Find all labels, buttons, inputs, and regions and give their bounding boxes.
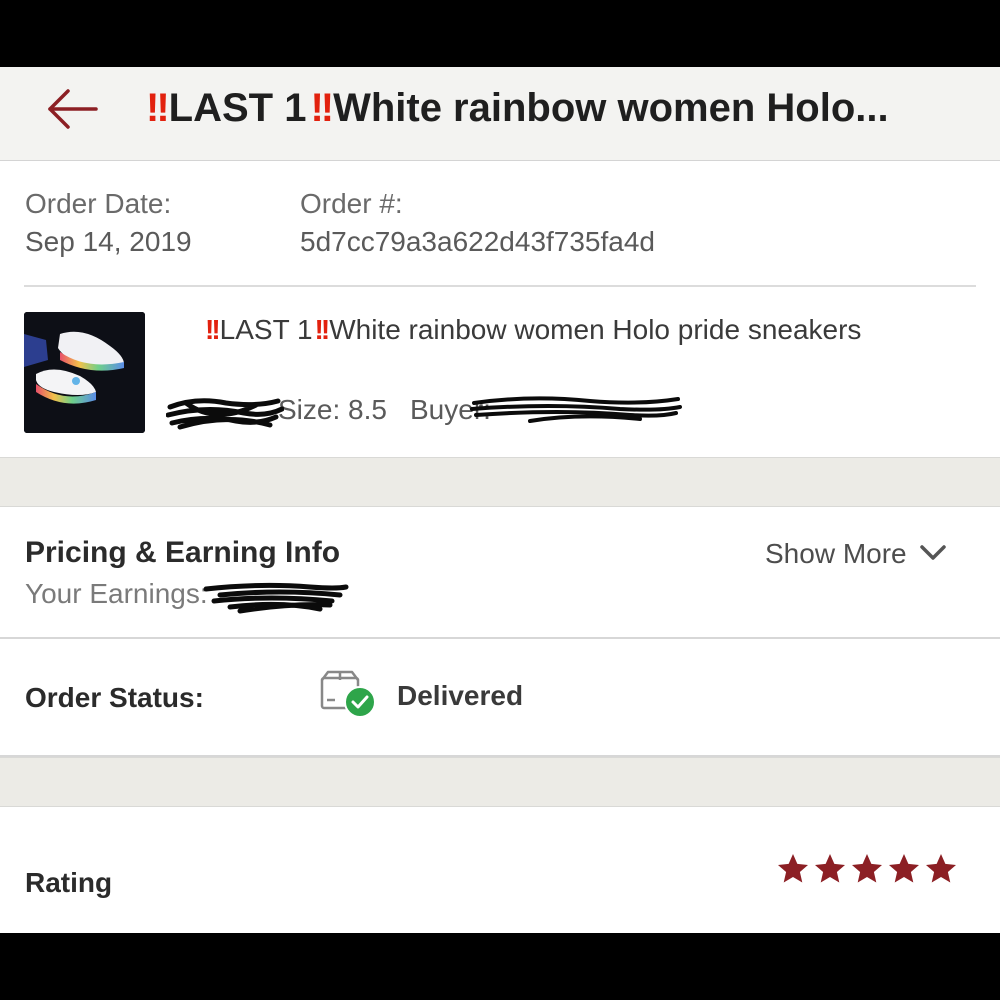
page-title-rest: White rainbow women Holo...: [333, 86, 889, 130]
pricing-title: Pricing & Earning Info: [25, 536, 341, 569]
redaction-scribble: [203, 582, 349, 614]
star-rating: [775, 851, 959, 887]
order-number-value: 5d7cc79a3a622d43f735fa4d: [300, 226, 656, 257]
star-icon: [926, 854, 956, 883]
arrow-left-icon: [48, 89, 98, 129]
item-meta: Size: 8.5 Buyer:: [166, 391, 690, 431]
redaction-scribble: [166, 398, 284, 430]
star-icon: [778, 854, 808, 883]
item-title-rest: White rainbow women Holo pride sneakers: [329, 314, 862, 345]
order-status-section: Order Status: Delivered: [0, 640, 1000, 755]
order-details-screen: !!LAST 1 !!White rainbow women Holo... Or…: [0, 67, 1000, 933]
page-title-prefix: LAST 1: [168, 86, 307, 130]
star-icon: [889, 854, 919, 883]
rating-section: Rating: [0, 807, 1000, 933]
order-info: Order Date: Sep 14, 2019 Order #: 5d7cc7…: [0, 161, 1000, 285]
order-item[interactable]: !!LAST 1!!White rainbow women Holo pride…: [0, 287, 1000, 457]
double-exclamation-icon: !!: [146, 86, 170, 130]
order-date-label: Order Date:: [25, 188, 172, 219]
rating-label: Rating: [25, 867, 113, 898]
order-date-value: Sep 14, 2019: [25, 226, 192, 257]
order-number-label: Order #:: [300, 188, 403, 219]
top-bar: !!LAST 1 !!White rainbow women Holo...: [0, 67, 1000, 161]
item-size: Size: 8.5: [278, 394, 387, 425]
earnings-label: Your Earnings:: [25, 578, 208, 609]
section-spacer: [0, 757, 1000, 807]
double-exclamation-icon: !!: [205, 314, 221, 345]
item-title-prefix: LAST 1: [219, 314, 313, 345]
section-spacer: [0, 457, 1000, 507]
double-exclamation-icon: !!: [310, 86, 334, 130]
chevron-down-icon: [919, 544, 946, 560]
redaction-scribble: [470, 396, 682, 423]
divider: [0, 637, 1000, 639]
double-exclamation-icon: !!: [314, 314, 331, 345]
item-title[interactable]: !!LAST 1!!White rainbow women Holo pride…: [205, 311, 905, 349]
show-more-label: Show More: [765, 538, 907, 569]
star-icon: [815, 854, 845, 883]
star-icon: [852, 854, 882, 883]
show-more-button[interactable]: Show More: [765, 534, 947, 574]
page-title: !!LAST 1 !!White rainbow women Holo...: [146, 83, 966, 133]
order-status-value: Delivered: [397, 680, 524, 711]
order-status-label: Order Status:: [25, 682, 204, 713]
package-delivered-icon: [320, 670, 376, 718]
back-button[interactable]: [44, 85, 104, 133]
pricing-section[interactable]: Pricing & Earning Info Show More Your Ea…: [0, 507, 1000, 637]
item-thumbnail[interactable]: [24, 312, 145, 433]
